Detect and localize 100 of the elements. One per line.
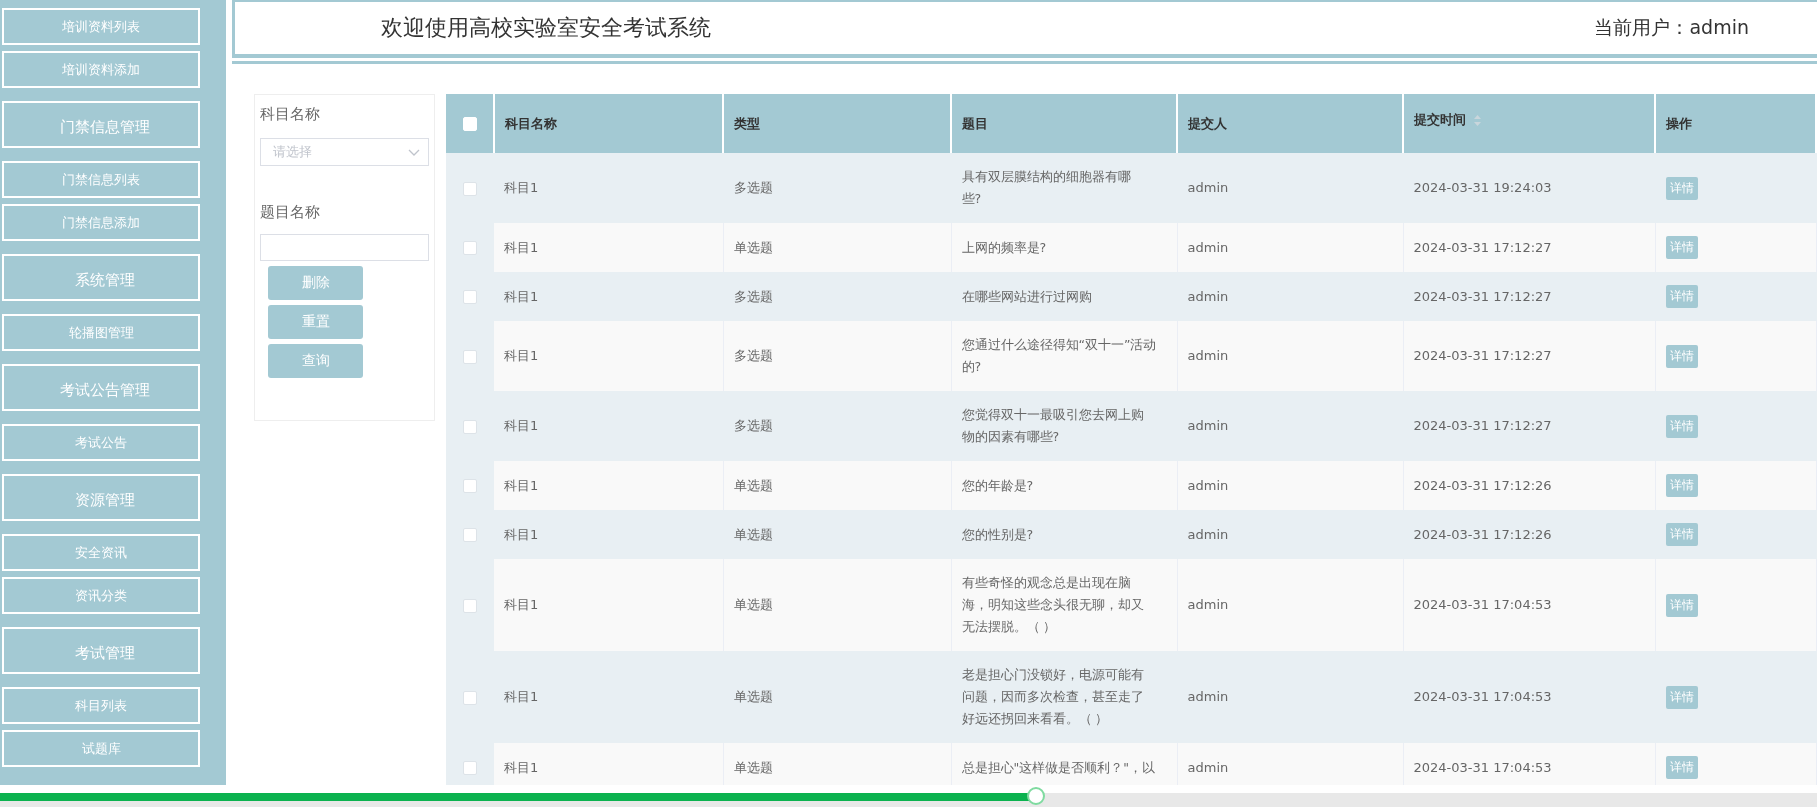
column-header: 科目名称 [505, 115, 557, 131]
question-text: 总是担心"这样做是否顺利？"，以 [961, 758, 1156, 777]
table-cell: admin [1187, 526, 1229, 542]
question-text: 您通过什么途径得知“双十一”活动 的? [961, 336, 1158, 376]
column-header: 类型 [734, 115, 760, 131]
detail-button[interactable]: 详情 [1665, 523, 1698, 546]
question-text: 在哪些网站进行过网购 [961, 287, 1093, 306]
table-cell: 科目1 [504, 180, 539, 195]
column-header: 提交人 [1188, 115, 1227, 131]
question-text: 上网的频率是? [961, 238, 1048, 257]
table-cell: 2024-03-31 17:12:27 [1413, 348, 1552, 363]
menu-item-button[interactable]: 安全资讯 [2, 534, 200, 571]
menu-item-button[interactable]: 考试公告 [2, 424, 200, 461]
row-checkbox[interactable] [463, 349, 477, 364]
table-cell: 单选题 [733, 239, 773, 255]
table-cell: 单选题 [733, 477, 773, 493]
table-cell: 单选题 [733, 526, 773, 542]
select-all-checkbox[interactable] [462, 117, 477, 132]
column-header: 操作 [1666, 115, 1692, 131]
table-cell: 多选题 [733, 180, 773, 195]
question-text: 您的年龄是? [961, 476, 1035, 495]
row-checkbox[interactable] [463, 528, 477, 543]
table-cell: 多选题 [733, 288, 773, 304]
action-button[interactable]: 查询 [268, 344, 363, 378]
field-label: 题目名称 [260, 203, 321, 222]
row-checkbox[interactable] [463, 598, 477, 613]
table-cell: 单选题 [733, 597, 773, 612]
row-checkbox[interactable] [463, 479, 477, 494]
detail-button[interactable]: 详情 [1665, 344, 1698, 368]
input-field[interactable] [260, 234, 429, 261]
detail-button[interactable]: 详情 [1665, 236, 1698, 259]
table-cell: 科目1 [504, 689, 539, 704]
question-text: 具有双层膜结构的细胞器有哪 些? [961, 168, 1132, 208]
menu-group-button[interactable]: 系统管理 [2, 254, 200, 301]
menu-item-button[interactable]: 培训资料添加 [2, 51, 200, 88]
detail-button[interactable]: 详情 [1665, 685, 1698, 709]
table-cell: 2024-03-31 17:12:27 [1413, 288, 1552, 304]
column-header: 提交时间 [1414, 112, 1466, 127]
row-checkbox[interactable] [463, 290, 477, 305]
detail-button[interactable]: 详情 [1665, 285, 1698, 308]
table-cell: 2024-03-31 17:12:27 [1413, 418, 1552, 433]
row-checkbox[interactable] [463, 690, 477, 705]
table-cell: admin [1187, 418, 1229, 433]
question-text: 您的性别是? [961, 525, 1035, 544]
question-text: 有些奇怪的观念总是出现在脑 海，明知这些念头很无聊，却又 无法摆脱。（ ） [961, 574, 1145, 636]
table-cell: admin [1187, 288, 1229, 304]
detail-button[interactable]: 详情 [1665, 474, 1698, 497]
table-cell: admin [1187, 759, 1229, 775]
table-cell: 2024-03-31 17:12:26 [1413, 526, 1552, 542]
table-cell: 科目1 [504, 348, 539, 363]
menu-group-button[interactable]: 考试管理 [2, 627, 200, 674]
table-cell: 科目1 [504, 759, 539, 775]
table-cell: 2024-03-31 19:24:03 [1413, 180, 1552, 195]
row-checkbox[interactable] [463, 419, 477, 434]
detail-button[interactable]: 详情 [1665, 756, 1698, 779]
row-checkbox[interactable] [463, 181, 477, 196]
menu-item-button[interactable]: 门禁信息列表 [2, 161, 200, 198]
menu-item-button[interactable]: 科目列表 [2, 687, 200, 724]
seek-thumb[interactable] [1026, 787, 1045, 805]
table-cell: 科目1 [504, 526, 539, 542]
table-cell: 科目1 [504, 597, 539, 612]
table-cell: 2024-03-31 17:12:27 [1413, 239, 1552, 255]
detail-button[interactable]: 详情 [1665, 176, 1698, 200]
column-header: 题目 [962, 115, 988, 131]
table-cell: 单选题 [733, 759, 773, 775]
seek-bar[interactable] [0, 785, 1817, 807]
select-placeholder: 请选择 [273, 143, 312, 161]
detail-button[interactable]: 详情 [1665, 593, 1698, 617]
menu-item-button[interactable]: 门禁信息添加 [2, 204, 200, 241]
menu-group-button[interactable]: 门禁信息管理 [2, 101, 200, 148]
table-cell: 2024-03-31 17:04:53 [1413, 597, 1552, 612]
table-cell: 单选题 [733, 689, 773, 704]
row-checkbox[interactable] [463, 241, 477, 256]
table-cell: 2024-03-31 17:04:53 [1413, 759, 1552, 775]
question-text: 您觉得双十一最吸引您去网上购 物的因素有哪些? [961, 406, 1145, 446]
detail-button[interactable]: 详情 [1665, 414, 1698, 438]
sort-icon[interactable] [1474, 115, 1481, 126]
table-cell: 科目1 [504, 418, 539, 433]
chevron-down-icon [408, 148, 420, 156]
menu-item-button[interactable]: 试题库 [2, 730, 200, 767]
menu-group-button[interactable]: 资源管理 [2, 474, 200, 521]
table-cell: admin [1187, 477, 1229, 493]
table-cell: 科目1 [504, 288, 539, 304]
table-cell: 多选题 [733, 348, 773, 363]
table-cell: 科目1 [504, 477, 539, 493]
subject-select[interactable]: 请选择 [260, 138, 429, 166]
page-title: 欢迎使用高校实验室安全考试系统 [381, 14, 711, 42]
menu-item-button[interactable]: 培训资料列表 [2, 8, 200, 45]
row-checkbox[interactable] [463, 761, 477, 776]
menu-item-button[interactable]: 资讯分类 [2, 577, 200, 614]
table-cell: admin [1187, 689, 1229, 704]
field-label: 科目名称 [260, 105, 321, 124]
table-cell: 科目1 [504, 239, 539, 255]
table-cell: 2024-03-31 17:12:26 [1413, 477, 1552, 493]
menu-item-button[interactable]: 轮播图管理 [2, 314, 200, 351]
action-button[interactable]: 删除 [268, 266, 363, 300]
action-button[interactable]: 重置 [268, 305, 363, 339]
table-cell: admin [1187, 597, 1229, 612]
table-cell: admin [1187, 180, 1229, 195]
menu-group-button[interactable]: 考试公告管理 [2, 364, 200, 411]
